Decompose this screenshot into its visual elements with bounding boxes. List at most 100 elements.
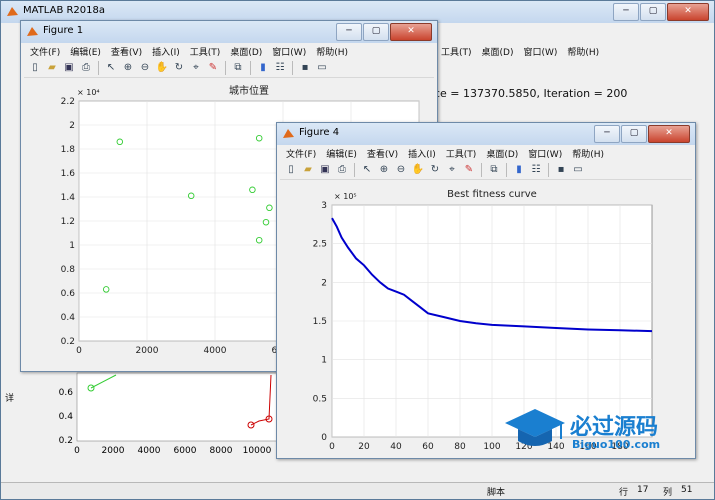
menu-window[interactable]: 窗口(W) [272,45,306,58]
toolbar-separator [250,61,251,75]
menu-tools[interactable]: 工具(T) [190,45,221,58]
link-icon[interactable]: ⧉ [231,61,245,75]
brush-icon[interactable]: ✎ [462,163,476,177]
figure1-titlebar: Figure 1 ─ ▢ ✕ [21,21,437,43]
legend-icon[interactable]: ☷ [529,163,543,177]
rotate-icon[interactable]: ↻ [172,61,186,75]
open-folder-icon[interactable]: ▰ [301,163,315,177]
hide-tools-icon[interactable]: ▪ [554,163,568,177]
figure4-titlebar: Figure 4 ─ ▢ ✕ [277,123,695,145]
close-button[interactable]: ✕ [667,3,709,21]
status-col-value: 51 [681,485,693,495]
figure1-menubar: 文件(F) 编辑(E) 查看(V) 插入(I) 工具(T) 桌面(D) 窗口(W… [24,43,434,59]
bg-xtick: 2000 [102,446,125,456]
menu-desktop[interactable]: 桌面(D) [482,45,514,59]
matlab-logo-icon [7,7,18,16]
menu-window[interactable]: 窗口(W) [523,45,557,59]
zoom-out-icon[interactable]: ⊖ [138,61,152,75]
menu-help[interactable]: 帮助(H) [567,45,599,59]
x-tick-label: 60 [422,442,434,452]
y-tick-label: 1.2 [61,217,75,227]
pointer-icon[interactable]: ↖ [360,163,374,177]
background-plot: 0.6 0.4 0.2 0 2000 4000 6000 8000 10000 [59,372,278,456]
hide-tools-icon[interactable]: ▪ [298,61,312,75]
toolbar-separator [548,163,549,177]
figure1-toolbar: ▯ ▰ ▣ ⎙ ↖ ⊕ ⊖ ✋ ↻ ⌖ ✎ ⧉ ▮ ☷ ▪ ▭ [24,59,434,78]
menu-insert[interactable]: 插入(I) [152,45,180,58]
watermark: 必过源码 Biguo100.com [500,405,700,455]
rotate-icon[interactable]: ↻ [428,163,442,177]
minimize-button[interactable]: ─ [613,3,639,21]
open-folder-icon[interactable]: ▰ [45,61,59,75]
x-tick-label: 100 [483,442,500,452]
menu-view[interactable]: 查看(V) [367,147,398,160]
zoom-in-icon[interactable]: ⊕ [377,163,391,177]
y-exponent-label: × 10⁴ [77,88,100,97]
save-icon[interactable]: ▣ [318,163,332,177]
menu-insert[interactable]: 插入(I) [408,147,436,160]
watermark-title: 必过源码 [570,415,659,440]
menu-view[interactable]: 查看(V) [111,45,142,58]
menu-edit[interactable]: 编辑(E) [70,45,101,58]
menu-window[interactable]: 窗口(W) [528,147,562,160]
menu-desktop[interactable]: 桌面(D) [486,147,518,160]
y-tick-label: 2 [69,121,75,131]
bg-xtick: 0 [74,446,80,456]
menu-desktop[interactable]: 桌面(D) [230,45,262,58]
figure4-menubar: 文件(F) 编辑(E) 查看(V) 插入(I) 工具(T) 桌面(D) 窗口(W… [280,145,692,161]
save-icon[interactable]: ▣ [62,61,76,75]
colorbar-icon[interactable]: ▮ [512,163,526,177]
bg-ytick: 0.6 [59,388,74,398]
y-tick-label: 1 [321,356,327,366]
y-tick-label: 1.8 [61,145,76,155]
x-tick-label: 4000 [204,346,227,356]
menu-help[interactable]: 帮助(H) [316,45,348,58]
menu-edit[interactable]: 编辑(E) [326,147,357,160]
colorbar-icon[interactable]: ▮ [256,61,270,75]
matlab-statusbar: 脚本 行 17 列 51 [1,482,714,499]
maximize-button[interactable]: ▢ [621,125,647,143]
y-tick-label: 0.8 [61,265,76,275]
new-file-icon[interactable]: ▯ [284,163,298,177]
chart-title: 城市位置 [229,84,269,97]
maximize-button[interactable]: ▢ [640,3,666,21]
pan-icon[interactable]: ✋ [411,163,425,177]
menu-tools[interactable]: 工具(T) [446,147,477,160]
print-icon[interactable]: ⎙ [335,163,349,177]
matlab-window-buttons: ─ ▢ ✕ [613,3,709,21]
bg-xtick: 10000 [243,446,272,456]
print-icon[interactable]: ⎙ [79,61,93,75]
close-button[interactable]: ✕ [390,23,432,41]
y-tick-label: 2 [321,278,327,288]
figure-logo-icon [283,129,294,138]
dock-icon[interactable]: ▭ [315,61,329,75]
figure1-title: Figure 1 [43,25,84,36]
menu-tools[interactable]: 工具(T) [441,45,472,59]
minimize-button[interactable]: ─ [594,125,620,143]
toolbar-separator [506,163,507,177]
x-tick-label: 0 [76,346,82,356]
close-button[interactable]: ✕ [648,125,690,143]
y-tick-label: 1.6 [61,169,76,179]
data-cursor-icon[interactable]: ⌖ [189,61,203,75]
data-cursor-icon[interactable]: ⌖ [445,163,459,177]
y-exponent-label: × 10⁵ [334,192,357,201]
menu-help[interactable]: 帮助(H) [572,147,604,160]
y-tick-label: 0.2 [61,337,75,347]
y-tick-label: 0 [321,433,327,443]
zoom-out-icon[interactable]: ⊖ [394,163,408,177]
new-file-icon[interactable]: ▯ [28,61,42,75]
y-tick-label: 0.5 [313,394,327,404]
pointer-icon[interactable]: ↖ [104,61,118,75]
menu-file[interactable]: 文件(F) [30,45,60,58]
minimize-button[interactable]: ─ [336,23,362,41]
brush-icon[interactable]: ✎ [206,61,220,75]
status-col-label: 列 [663,488,673,498]
legend-icon[interactable]: ☷ [273,61,287,75]
pan-icon[interactable]: ✋ [155,61,169,75]
dock-icon[interactable]: ▭ [571,163,585,177]
menu-file[interactable]: 文件(F) [286,147,316,160]
link-icon[interactable]: ⧉ [487,163,501,177]
maximize-button[interactable]: ▢ [363,23,389,41]
zoom-in-icon[interactable]: ⊕ [121,61,135,75]
